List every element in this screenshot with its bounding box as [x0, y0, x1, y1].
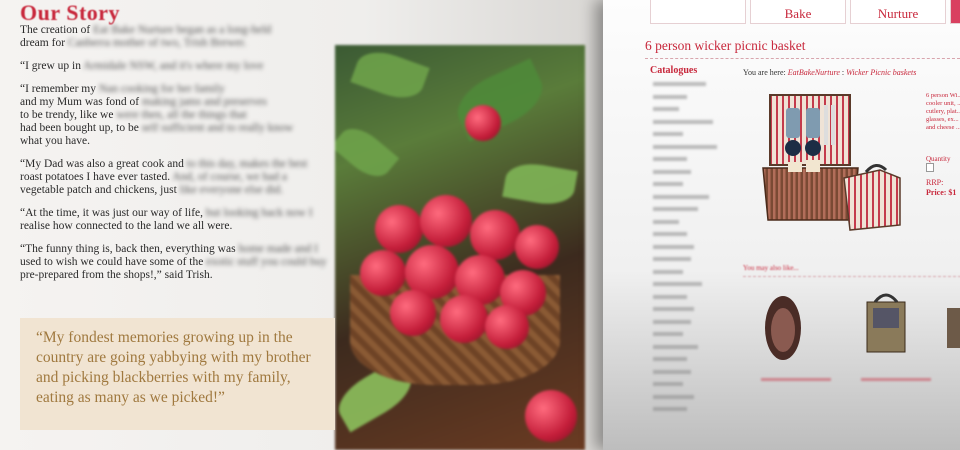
catalogue-item[interactable] — [653, 332, 683, 336]
blurred-text: And, of course, we had a — [172, 171, 287, 183]
story-title: Our Story — [20, 0, 121, 25]
blurred-text: making jams and preserves — [142, 96, 267, 108]
text-line: and my Mum was fond of — [20, 96, 143, 108]
text-line: The creation of — [20, 24, 94, 36]
text-line: what you have. — [20, 135, 90, 147]
text-line: “My Dad was also a great cook and — [20, 158, 187, 170]
shop-page: Bake Nurture 6 person wicker picnic bask… — [603, 0, 960, 450]
quantity-input[interactable] — [926, 163, 934, 172]
blurred-text: Canberra mother of two, Trish Brewer. — [67, 37, 247, 49]
price-label: Price: $1 — [926, 188, 957, 197]
cooler-bag-image[interactable] — [861, 288, 911, 368]
catalogues-heading: Catalogues — [650, 65, 698, 76]
text-line: “I remember my — [20, 83, 99, 95]
paragraph: The creation of Eat Bake Nurture began a… — [20, 24, 350, 50]
catalogue-item[interactable] — [653, 94, 687, 99]
product-description: 6 person Wi... cooler unit, ... cutlery,… — [926, 92, 960, 131]
text-line: vegetable patch and chickens, just — [20, 184, 180, 196]
blurred-text: exotic stuff you could buy — [206, 256, 327, 268]
breadcrumb-home-link[interactable]: EatBakeNurture — [788, 68, 840, 77]
text-line: had been bought up, to be — [20, 122, 142, 134]
blurred-text: but looking back now I — [205, 207, 313, 219]
related-heading: You may also like... — [743, 264, 960, 277]
tab-bake[interactable]: Bake — [750, 0, 846, 24]
catalogue-item[interactable] — [653, 282, 702, 286]
catalogue-item[interactable] — [653, 144, 717, 149]
catalogue-item[interactable] — [653, 319, 691, 324]
divider — [645, 58, 960, 59]
catalogue-item[interactable] — [653, 157, 687, 161]
text-line: dream for — [20, 37, 68, 49]
related-product[interactable] — [861, 288, 931, 381]
text-line: pre-prepared from the shops!,” said Tris… — [20, 269, 213, 281]
catalogue-item[interactable] — [653, 219, 680, 224]
catalogue-list — [653, 82, 728, 420]
blurred-text: Nan cooking for her family — [98, 83, 225, 95]
paragraph: “The funny thing is, back then, everythi… — [20, 243, 350, 282]
breadcrumb-prefix: You are here: — [743, 68, 788, 77]
catalogue-item[interactable] — [653, 307, 695, 311]
catalogue-item[interactable] — [653, 207, 698, 211]
blurred-text: self sufficient and to really know — [141, 122, 294, 134]
catalogue-item[interactable] — [653, 82, 706, 86]
related-product[interactable] — [761, 288, 831, 381]
catalogue-item[interactable] — [653, 382, 683, 386]
text-line: “The funny thing is, back then, everythi… — [20, 243, 239, 255]
catalogue-item[interactable] — [653, 119, 713, 124]
paragraph: “At the time, it was just our way of lif… — [20, 207, 350, 233]
text-line: roast potatoes I have ever tasted. — [20, 171, 173, 183]
pull-quote: “My fondest memories growing up in the c… — [20, 318, 335, 430]
text-line: used to wish we could have some of the — [20, 256, 207, 268]
product-title: 6 person wicker picnic basket — [645, 38, 806, 53]
related-caption[interactable] — [861, 378, 931, 381]
catalogue-item[interactable] — [653, 407, 687, 411]
catalogue-item[interactable] — [653, 232, 687, 236]
catalogue-item[interactable] — [653, 269, 683, 274]
text-line: “I grew up in — [20, 60, 84, 72]
catalogue-item[interactable] — [653, 257, 691, 261]
blurred-text: were then, all the things that — [116, 109, 247, 121]
backpack-basket-image[interactable] — [761, 288, 806, 368]
category-tabs: Bake Nurture — [650, 0, 960, 24]
blurred-text: Armidale NSW, and it's where my love — [83, 60, 264, 72]
catalogue-item[interactable] — [653, 194, 710, 199]
catalogue-item[interactable] — [653, 394, 695, 399]
quantity-label: Quantity — [926, 155, 951, 163]
picnic-basket-image[interactable] — [758, 90, 908, 235]
blurred-text: like everyone else did. — [179, 184, 284, 196]
blurred-text: to this day, makes the best — [186, 158, 308, 170]
price-block: RRP: Price: $1 — [926, 178, 956, 198]
blurred-text: home made and I — [238, 243, 318, 255]
text-line: “At the time, it was just our way of lif… — [20, 207, 206, 219]
paragraph: “My Dad was also a great cook and to thi… — [20, 158, 350, 197]
tab-eat[interactable] — [650, 0, 746, 24]
catalogue-item[interactable] — [653, 357, 687, 361]
text-line: to be trendy, like we — [20, 109, 117, 121]
related-product[interactable] — [941, 288, 960, 373]
paragraph: “I grew up in Armidale NSW, and it's whe… — [20, 60, 350, 73]
tab-nurture[interactable]: Nurture — [850, 0, 946, 24]
story-page: Our Story The creation of Eat Bake Nurtu… — [0, 0, 605, 450]
catalogue-item[interactable] — [653, 294, 687, 299]
catalogue-item[interactable] — [653, 132, 683, 136]
catalogue-item[interactable] — [653, 107, 680, 111]
rrp-label: RRP: — [926, 178, 944, 187]
catalogue-item[interactable] — [653, 344, 698, 349]
tab-extra[interactable] — [950, 0, 960, 24]
related-caption[interactable] — [761, 378, 831, 381]
text-line: realise how connected to the land we all… — [20, 220, 233, 232]
blurred-text: Eat Bake Nurture began as a long-held — [93, 24, 272, 36]
quantity-row: Quantity — [926, 155, 960, 172]
catalogue-item[interactable] — [653, 169, 691, 174]
paragraph: “I remember my Nan cooking for her famil… — [20, 83, 350, 148]
breadcrumb: You are here: EatBakeNurture : Wicker Pi… — [743, 68, 916, 77]
raspberry-basket-photo — [335, 45, 585, 450]
picnic-set-image[interactable] — [941, 288, 960, 368]
breadcrumb-current-link[interactable]: Wicker Picnic baskets — [846, 68, 916, 77]
catalogue-item[interactable] — [653, 182, 683, 186]
catalogue-item[interactable] — [653, 369, 691, 374]
catalogue-item[interactable] — [653, 244, 695, 249]
story-text: The creation of Eat Bake Nurture began a… — [20, 24, 350, 292]
